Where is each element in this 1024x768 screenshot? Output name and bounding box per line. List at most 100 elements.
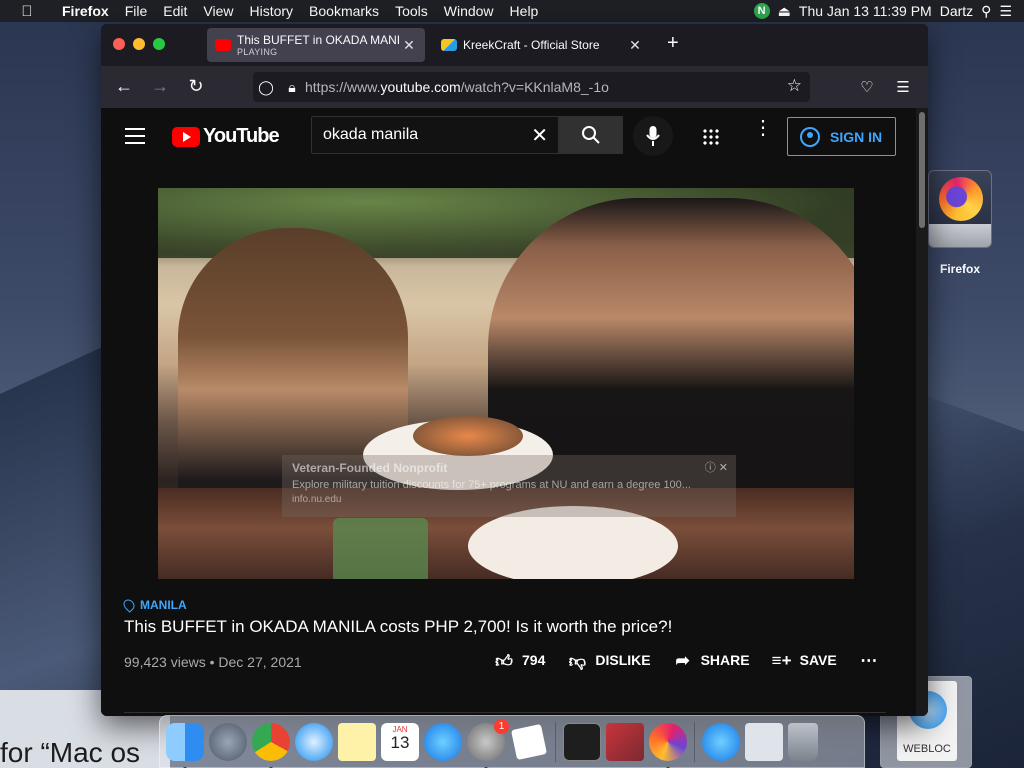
zoom-window-button[interactable] [153, 38, 165, 50]
more-actions-button[interactable]: ⋯ [859, 651, 879, 670]
system-preferences-gear-icon[interactable]: 1 [467, 718, 509, 768]
search-input[interactable]: okada manila ✕ [311, 116, 559, 154]
like-button[interactable]: 👍︎ 794 [494, 651, 545, 671]
share-button[interactable]: ➦ SHARE [673, 651, 749, 670]
tab-strip: This BUFFET in OKADA MANILA PLAYING ✕ Kr… [101, 24, 928, 66]
dislike-label: DISLIKE [595, 652, 651, 668]
menu-view[interactable]: View [195, 3, 241, 19]
photo-booth-icon[interactable] [606, 722, 644, 761]
url-bar[interactable]: ◯ 🔒︎ https://www.youtube.com/watch?v=KKn… [253, 72, 810, 102]
thumbs-up-icon: 👍︎ [495, 652, 513, 671]
bookmark-star-icon[interactable]: ☆ [787, 76, 802, 96]
ad-close-icon[interactable]: ⓘ ✕ [705, 459, 728, 475]
tab-youtube-video[interactable]: This BUFFET in OKADA MANILA PLAYING ✕ [207, 28, 425, 62]
save-button[interactable]: ≡+ SAVE [771, 651, 837, 670]
webloc-label: WEBLOC [903, 743, 951, 755]
sign-in-label: SIGN IN [830, 128, 883, 145]
clock[interactable]: Thu Jan 13 11:39 PM [799, 3, 932, 19]
video-player[interactable]: Veteran-Founded Nonprofit Explore milita… [158, 188, 854, 579]
menu-help[interactable]: Help [502, 3, 547, 19]
firefox-window: This BUFFET in OKADA MANILA PLAYING ✕ Kr… [101, 24, 928, 716]
dock-separator [694, 721, 695, 762]
pocket-icon[interactable]: ♡ [855, 78, 879, 96]
user-name[interactable]: Dartz [940, 3, 973, 19]
finder-icon[interactable] [166, 722, 204, 768]
apple-icon[interactable]:  [0, 3, 54, 20]
eject-icon[interactable]: ⏏ [778, 3, 791, 20]
search-query: okada manila [323, 126, 419, 143]
app-store-icon[interactable] [424, 722, 462, 761]
menu-edit[interactable]: Edit [155, 3, 195, 19]
calendar-icon[interactable]: JAN 13 [381, 722, 419, 761]
notification-badge: 1 [494, 718, 509, 734]
control-center-icon[interactable]: ☰ [999, 3, 1012, 20]
ad-overlay[interactable]: Veteran-Founded Nonprofit Explore milita… [282, 455, 736, 517]
dock-separator [555, 721, 556, 762]
save-label: SAVE [799, 652, 837, 668]
account-icon [800, 126, 820, 147]
reload-icon[interactable]: ↻ [184, 76, 208, 97]
youtube-logo[interactable]: YouTube [172, 125, 280, 148]
close-window-button[interactable] [113, 38, 125, 50]
close-tab-icon[interactable]: ✕ [401, 37, 417, 54]
location-tag[interactable]: MANILA [121, 597, 894, 613]
menu-window[interactable]: Window [436, 3, 502, 19]
video-frame-food [413, 416, 523, 456]
forward-arrow-icon[interactable]: → [148, 76, 172, 97]
settings-more-icon[interactable]: ⋮ [753, 118, 773, 138]
video-frame-glass [333, 518, 428, 579]
chrome-icon[interactable] [252, 722, 290, 768]
playlist-add-icon: ≡+ [771, 651, 792, 670]
app-menu-icon[interactable]: ☰ [891, 78, 915, 96]
voice-search-button[interactable] [633, 116, 673, 156]
page-scrollbar[interactable] [916, 108, 928, 716]
minimize-window-button[interactable] [133, 38, 145, 50]
terminal-icon[interactable] [563, 722, 601, 768]
close-tab-icon[interactable]: ✕ [627, 37, 643, 54]
notion-status-icon[interactable]: N [753, 3, 770, 19]
clear-search-icon[interactable]: ✕ [531, 123, 548, 148]
menu-app-name[interactable]: Firefox [54, 3, 117, 19]
firefox-logo-icon [939, 177, 983, 221]
tracking-shield-icon[interactable]: ◯ [253, 79, 279, 96]
new-tab-button[interactable]: + [667, 32, 679, 55]
downloads-folder-icon[interactable] [745, 722, 783, 761]
dislike-button[interactable]: 👎︎ DISLIKE [567, 651, 651, 671]
desktop-firefox-icon[interactable]: Firefox [926, 170, 994, 276]
back-arrow-icon[interactable]: ← [112, 76, 136, 97]
kreekcraft-favicon-icon [441, 39, 457, 51]
notes-icon[interactable] [338, 722, 376, 761]
spotlight-search-icon[interactable]: ⚲ [981, 3, 991, 20]
safari-compass-icon[interactable] [295, 722, 333, 761]
tab-title: This BUFFET in OKADA MANILA [237, 33, 401, 47]
search-button[interactable] [559, 116, 623, 154]
roblox-icon[interactable] [510, 723, 548, 760]
menu-history[interactable]: History [241, 3, 301, 19]
tab-kreekcraft-store[interactable]: KreekCraft - Official Store ✕ [433, 28, 651, 62]
youtube-favicon-icon [215, 39, 231, 51]
youtube-page: YouTube okada manila ✕ ⋮ SIGN IN Veteran… [101, 108, 916, 716]
sign-in-button[interactable]: SIGN IN [787, 117, 896, 156]
launchpad-rocket-icon[interactable] [209, 722, 247, 761]
guide-menu-icon[interactable] [125, 128, 145, 149]
url-text[interactable]: https://www.youtube.com/watch?v=KKnlaM8_… [305, 79, 609, 95]
scrollbar-thumb[interactable] [919, 112, 925, 228]
location-tag-label: MANILA [140, 598, 187, 612]
lock-icon[interactable]: 🔒︎ [279, 79, 305, 96]
tab-playing-label: PLAYING [237, 47, 278, 57]
ad-description: Explore military tuition discounts for 7… [292, 479, 691, 491]
video-actions: 👍︎ 794 👎︎ DISLIKE ➦ SHARE ≡+ SAVE ⋯ [494, 651, 901, 671]
app-store-download-icon[interactable] [702, 722, 740, 761]
apps-grid-icon[interactable] [702, 128, 719, 145]
url-path: /watch?v=KKnlaM8_-1o [460, 79, 609, 95]
divider [124, 712, 886, 713]
menu-tools[interactable]: Tools [387, 3, 436, 19]
youtube-play-icon [172, 126, 200, 147]
menu-file[interactable]: File [117, 3, 156, 19]
share-arrow-icon: ➦ [675, 651, 690, 670]
ad-url: info.nu.edu [292, 494, 342, 505]
thumbs-down-icon: 👎︎ [568, 652, 586, 671]
trash-icon[interactable] [788, 722, 818, 761]
menu-bookmarks[interactable]: Bookmarks [301, 3, 387, 19]
firefox-icon[interactable] [649, 722, 687, 768]
